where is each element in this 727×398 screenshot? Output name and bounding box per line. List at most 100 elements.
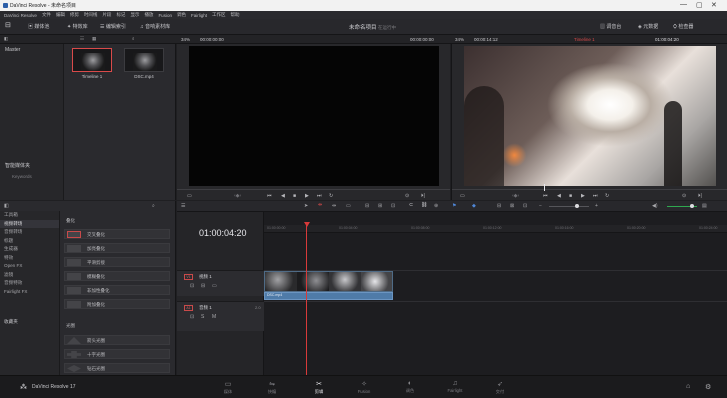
play-icon[interactable]: ▶ — [581, 193, 585, 199]
meter-icon[interactable]: ▤ — [702, 203, 707, 209]
maximize-button[interactable]: ▢ — [696, 1, 703, 9]
selection-tool-icon[interactable]: ➤ — [304, 203, 308, 209]
right-viewer-zoom[interactable]: 34% — [455, 37, 464, 42]
menu-fusion[interactable]: Fusion — [158, 13, 172, 18]
play-reverse-icon[interactable]: ◀ — [281, 193, 285, 199]
effect-item[interactable]: 加亮叠化 — [64, 243, 170, 253]
go-end-icon[interactable]: ⏭ — [593, 193, 598, 199]
menu-mark[interactable]: 标记 — [116, 12, 125, 18]
source-viewer-screen[interactable] — [189, 46, 439, 186]
bin-master[interactable]: Master — [3, 47, 61, 54]
page-edit[interactable]: ✂ 剪辑 — [304, 380, 334, 395]
snapping-icon[interactable]: ⊂ — [409, 202, 413, 208]
effect-item[interactable]: 交叉叠化 — [64, 229, 170, 239]
menu-color[interactable]: 调色 — [177, 12, 186, 18]
home-icon[interactable]: ⌂ — [686, 383, 690, 390]
page-fairlight[interactable]: ♫ Fairlight — [440, 380, 470, 393]
clip-thumbnail-video[interactable] — [124, 48, 164, 72]
menu-playback[interactable]: 播放 — [144, 12, 153, 18]
page-deliver[interactable]: ➶ 交付 — [485, 380, 515, 395]
zoom-custom-icon[interactable]: ⊡ — [523, 203, 527, 209]
playhead-handle[interactable] — [304, 222, 310, 227]
tree-item-video-transitions[interactable]: 视频转场 — [0, 219, 59, 228]
marker-icon[interactable]: ◆ — [472, 203, 476, 209]
blade-tool-icon[interactable]: ▭ — [346, 203, 351, 209]
effect-item[interactable]: 箭头光圈 — [64, 335, 170, 345]
tree-item-fairlight-fx[interactable]: Fairlight FX — [0, 288, 59, 297]
media-pool-button[interactable]: ▣ 媒体池 — [28, 23, 49, 30]
tree-item-audio-transitions[interactable]: 音频转场 — [0, 228, 59, 237]
menu-clip[interactable]: 片段 — [102, 12, 111, 18]
favorites-header[interactable]: 收藏夹 — [0, 318, 59, 327]
edit-index-button[interactable]: ☰ 编辑索引 — [100, 23, 126, 30]
track-header-video[interactable]: V1 视频 1 ⊡ ⊟ ▭ — [177, 270, 264, 296]
sound-library-button[interactable]: ♫ 音响素材库 — [140, 23, 170, 30]
zoom-out-icon[interactable]: − — [539, 203, 542, 209]
tree-item-generators[interactable]: 生成器 — [0, 245, 59, 254]
jog-control-icon[interactable]: ‹◆› — [512, 193, 519, 199]
timeline-view-icon[interactable]: ☰ — [181, 203, 185, 209]
zoom-slider-handle[interactable] — [575, 204, 579, 208]
page-cut[interactable]: ⇋ 快编 — [257, 380, 287, 395]
loop-icon[interactable]: ↻ — [329, 193, 333, 199]
loop-icon[interactable]: ↻ — [605, 193, 609, 199]
timeline-scrub-bar[interactable] — [452, 189, 727, 190]
tree-item-openfx[interactable]: Open FX — [0, 262, 59, 271]
effects-library-button[interactable]: ✦ 特效库 — [67, 23, 88, 30]
effect-item[interactable]: 非加性叠化 — [64, 285, 170, 295]
search-icon[interactable]: ⌕ — [132, 36, 135, 41]
panel-toggle-icon[interactable]: ◧ — [4, 36, 8, 42]
viewer-options-icon[interactable]: ▭ — [460, 193, 465, 199]
page-color[interactable]: ◐ 调色 — [395, 380, 425, 394]
track-tag[interactable]: V1 — [184, 274, 193, 280]
effect-item[interactable]: 十字光圈 — [64, 349, 170, 359]
video-clip[interactable] — [264, 271, 393, 292]
replace-clip-icon[interactable]: ⊡ — [391, 203, 395, 209]
zoom-slider[interactable] — [549, 206, 589, 207]
tree-item-titles[interactable]: 标题 — [0, 237, 59, 246]
menu-timeline[interactable]: 时间线 — [84, 12, 98, 18]
track-header-audio[interactable]: A1 音频 1 2.0 ⊡ S M — [177, 301, 264, 331]
go-end-icon[interactable]: ⏭ — [317, 193, 322, 199]
menu-view[interactable]: 显示 — [130, 12, 139, 18]
effect-item[interactable]: 附加叠化 — [64, 299, 170, 309]
mute-icon[interactable]: M — [212, 314, 216, 320]
menu-trim[interactable]: 修剪 — [70, 12, 79, 18]
tree-item-filters[interactable]: 滤镜 — [0, 271, 59, 280]
mixer-button[interactable]: ▥ 调音台 — [600, 23, 621, 30]
tree-item-audio-fx[interactable]: 音频特效 — [0, 279, 59, 288]
timeline-playhead[interactable] — [306, 222, 307, 375]
mark-out-icon[interactable]: ⏵| — [421, 193, 425, 199]
menu-app[interactable]: DaVinci Resolve — [4, 13, 37, 18]
list-view-icon[interactable]: ☷ — [80, 36, 84, 42]
menu-edit[interactable]: 编辑 — [56, 12, 65, 18]
mark-in-icon[interactable]: ⊙ — [682, 193, 686, 199]
effect-item[interactable]: 钻石光圈 — [64, 363, 170, 373]
left-viewer-zoom[interactable]: 34% — [181, 37, 190, 42]
tree-item-effects[interactable]: 特效 — [0, 254, 59, 263]
effect-item[interactable]: 模糊叠化 — [64, 271, 170, 281]
dynamic-trim-icon[interactable]: ⇹ — [332, 203, 336, 209]
smart-bin-keywords[interactable]: Keywords — [12, 174, 32, 179]
volume-icon[interactable]: ◀) — [652, 203, 658, 209]
page-media[interactable]: ▭ 媒体 — [213, 380, 243, 395]
zoom-in-icon[interactable]: + — [595, 203, 598, 209]
search-icon[interactable]: ⌕ — [152, 203, 155, 209]
menu-workspace[interactable]: 工作区 — [212, 12, 226, 18]
grid-view-icon[interactable]: ▦ — [92, 36, 96, 42]
track-visibility-icon[interactable]: ▭ — [212, 283, 217, 289]
audio-clip[interactable]: DSC.mp4 — [264, 292, 393, 300]
page-fusion[interactable]: ✧ Fusion — [349, 380, 379, 394]
close-button[interactable]: ✕ — [711, 1, 717, 9]
position-lock-icon[interactable]: ⊕ — [434, 203, 438, 209]
mark-out-icon[interactable]: ⏵| — [698, 193, 702, 199]
tree-item-toolbox[interactable]: 工具箱 — [0, 211, 59, 220]
menu-fairlight[interactable]: Fairlight — [191, 13, 207, 18]
source-scrub-bar[interactable] — [177, 189, 450, 190]
inspector-button[interactable]: ⛭ 检查器 — [673, 23, 693, 30]
minimize-button[interactable]: — — [680, 1, 687, 8]
menu-help[interactable]: 帮助 — [230, 12, 239, 18]
viewer-options-icon[interactable]: ▭ — [187, 193, 192, 199]
lock-icon[interactable]: ⊡ — [190, 314, 194, 320]
mark-in-icon[interactable]: ⊙ — [405, 193, 409, 199]
